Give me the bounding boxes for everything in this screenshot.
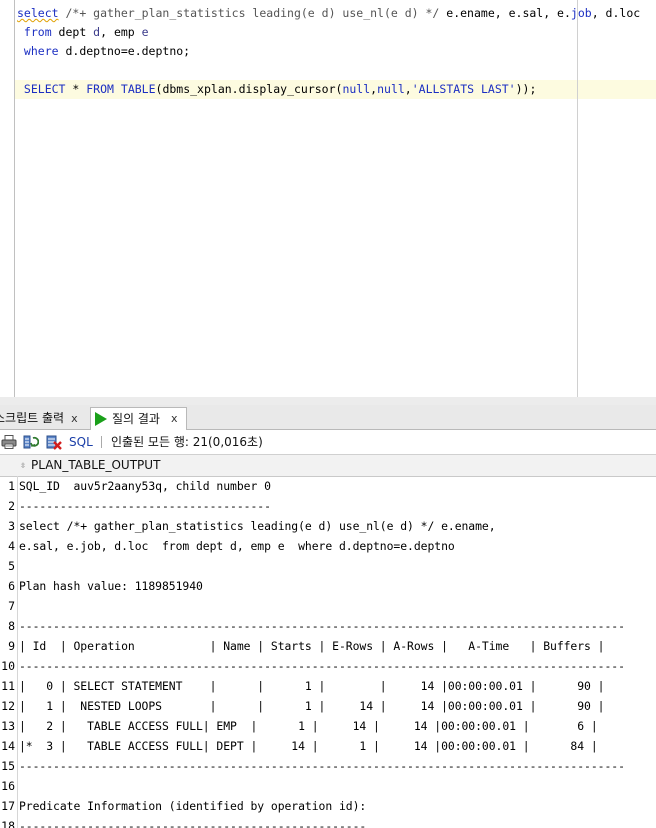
- code-token: TABLE: [120, 82, 156, 96]
- code-token: null: [342, 82, 371, 96]
- code-token: (dbms_xplan.display_cursor(: [155, 82, 343, 96]
- row-number: 13: [1, 719, 15, 733]
- cancel-fetch-icon[interactable]: [46, 434, 62, 450]
- table-row[interactable]: 1 SQL_ID auv5r2aany53q, child number 0: [0, 476, 656, 496]
- plan-output-cell[interactable]: Predicate Information (identified by ope…: [19, 796, 366, 816]
- code-token: dept: [51, 25, 94, 39]
- row-number: 8: [8, 619, 15, 633]
- code-token: *: [65, 82, 87, 96]
- code-line[interactable]: SELECT * FROM TABLE(dbms_xplan.display_c…: [17, 80, 536, 99]
- table-row[interactable]: 15 --------------------------------------…: [0, 756, 656, 776]
- fetch-status-text: 인출된 모든 행: 21(0,016초): [111, 435, 263, 449]
- code-token: where: [17, 44, 59, 58]
- table-row[interactable]: 9 | Id | Operation | Name | Starts | E-Ro…: [0, 636, 656, 656]
- code-token: d.deptno=e.deptno;: [58, 44, 191, 58]
- table-row[interactable]: 14 |* 3 | TABLE ACCESS FULL| DEPT | 14 | …: [0, 736, 656, 756]
- results-grid[interactable]: ⇳ PLAN_TABLE_OUTPUT 1 SQL_ID auv5r2aany53…: [0, 455, 656, 828]
- editor-gutter-divider: [14, 0, 15, 397]
- plan-output-cell[interactable]: ----------------------------------------…: [19, 656, 625, 676]
- plan-output-cell[interactable]: |* 3 | TABLE ACCESS FULL| DEPT | 14 | 1 …: [19, 736, 598, 756]
- tab-query-result-label: 질의 결과: [112, 412, 160, 426]
- row-number: 2: [8, 499, 15, 513]
- table-row[interactable]: 8 ---------------------------------------…: [0, 616, 656, 636]
- plan-output-cell[interactable]: Plan hash value: 1189851940: [19, 576, 203, 596]
- run-play-icon: [95, 412, 107, 426]
- row-number: 12: [1, 699, 15, 713]
- sql-button[interactable]: SQL: [69, 430, 93, 454]
- plan-output-cell[interactable]: ----------------------------------------…: [19, 816, 366, 828]
- row-number: 18: [1, 819, 15, 828]
- row-number: 14: [1, 739, 15, 753]
- table-row[interactable]: 12 | 1 | NESTED LOOPS | | 1 | 14 | 14 |00…: [0, 696, 656, 716]
- row-number: 11: [1, 679, 15, 693]
- table-row[interactable]: 3 select /*+ gather_plan_statistics leadi…: [0, 516, 656, 536]
- code-token: SELECT: [17, 82, 66, 96]
- row-number: 1: [8, 479, 15, 493]
- table-row[interactable]: 7: [0, 596, 656, 616]
- tab-script-output-label: 스크립트 출력: [0, 411, 65, 425]
- plan-output-cell[interactable]: | Id | Operation | Name | Starts | E-Row…: [19, 636, 605, 656]
- table-row[interactable]: 10 --------------------------------------…: [0, 656, 656, 676]
- row-number: 5: [8, 559, 15, 573]
- refresh-icon[interactable]: [23, 434, 39, 450]
- table-row[interactable]: 16: [0, 776, 656, 796]
- table-row[interactable]: 6 Plan hash value: 1189851940: [0, 576, 656, 596]
- tab-query-result-close-icon[interactable]: x: [171, 408, 178, 430]
- results-toolbar: SQL 인출된 모든 행: 21(0,016초): [0, 430, 656, 455]
- table-row[interactable]: 5: [0, 556, 656, 576]
- print-icon[interactable]: [1, 434, 17, 450]
- plan-output-cell[interactable]: | 0 | SELECT STATEMENT | | 1 | | 14 |00:…: [19, 676, 605, 696]
- code-token: from: [17, 25, 52, 39]
- editor-right-margin: [577, 0, 578, 397]
- code-token: , emp: [100, 25, 142, 39]
- tab-script-output-close-icon[interactable]: x: [71, 412, 78, 425]
- code-token: job: [570, 6, 592, 20]
- toolbar-divider: [101, 436, 102, 448]
- sort-arrows-icon[interactable]: ⇳: [20, 459, 26, 472]
- code-token: /*+ gather_plan_statistics leading(e d) …: [65, 6, 440, 20]
- sql-editor[interactable]: select /*+ gather_plan_statistics leadin…: [0, 0, 656, 398]
- row-number: 9: [8, 639, 15, 653]
- row-number: 15: [1, 759, 15, 773]
- code-token: ));: [515, 82, 537, 96]
- table-row[interactable]: 18 --------------------------------------…: [0, 816, 656, 828]
- row-number: 3: [8, 519, 15, 533]
- column-header-plan-table-output[interactable]: PLAN_TABLE_OUTPUT: [31, 455, 160, 476]
- code-token: select: [17, 6, 59, 20]
- table-row[interactable]: 17 Predicate Information (identified by o…: [0, 796, 656, 816]
- tab-script-output[interactable]: 스크립트 출력 x: [0, 407, 86, 429]
- code-line[interactable]: where d.deptno=e.deptno;: [17, 42, 190, 61]
- row-number: 10: [1, 659, 15, 673]
- row-number: 16: [1, 779, 15, 793]
- code-token: FROM: [86, 82, 114, 96]
- code-token: 'ALLSTATS LAST': [411, 82, 516, 96]
- row-number: 7: [8, 599, 15, 613]
- results-tab-bar: 스크립트 출력 x 질의 결과 x: [0, 405, 656, 431]
- table-row[interactable]: 13 | 2 | TABLE ACCESS FULL| EMP | 1 | 14 …: [0, 716, 656, 736]
- code-token: ,: [404, 82, 412, 96]
- grid-header: ⇳ PLAN_TABLE_OUTPUT: [0, 455, 656, 477]
- code-token: e.ename, e.sal, e.: [439, 6, 571, 20]
- plan-output-cell[interactable]: ----------------------------------------…: [19, 756, 625, 776]
- code-line[interactable]: select /*+ gather_plan_statistics leadin…: [17, 4, 640, 23]
- code-token: e: [141, 25, 149, 39]
- table-row[interactable]: 4 e.sal, e.job, d.loc from dept d, emp e …: [0, 536, 656, 556]
- row-number: 6: [8, 579, 15, 593]
- code-line[interactable]: from dept d, emp e: [17, 23, 149, 42]
- plan-output-cell[interactable]: | 2 | TABLE ACCESS FULL| EMP | 1 | 14 | …: [19, 716, 598, 736]
- row-number: 4: [8, 539, 15, 553]
- tab-query-result[interactable]: 질의 결과 x: [90, 407, 187, 431]
- plan-output-cell[interactable]: | 1 | NESTED LOOPS | | 1 | 14 | 14 |00:0…: [19, 696, 605, 716]
- plan-output-cell[interactable]: SQL_ID auv5r2aany53q, child number 0: [19, 476, 271, 496]
- code-token: null: [377, 82, 405, 96]
- code-token: , d.loc: [591, 6, 641, 20]
- table-row[interactable]: 11 | 0 | SELECT STATEMENT | | 1 | | 14 |0…: [0, 676, 656, 696]
- plan-output-cell[interactable]: ----------------------------------------…: [19, 616, 625, 636]
- plan-output-cell[interactable]: select /*+ gather_plan_statistics leadin…: [19, 516, 496, 536]
- row-number: 17: [1, 799, 15, 813]
- plan-output-cell[interactable]: -------------------------------------: [19, 496, 271, 516]
- plan-output-cell[interactable]: e.sal, e.job, d.loc from dept d, emp e w…: [19, 536, 455, 556]
- table-row[interactable]: 2 -------------------------------------: [0, 496, 656, 516]
